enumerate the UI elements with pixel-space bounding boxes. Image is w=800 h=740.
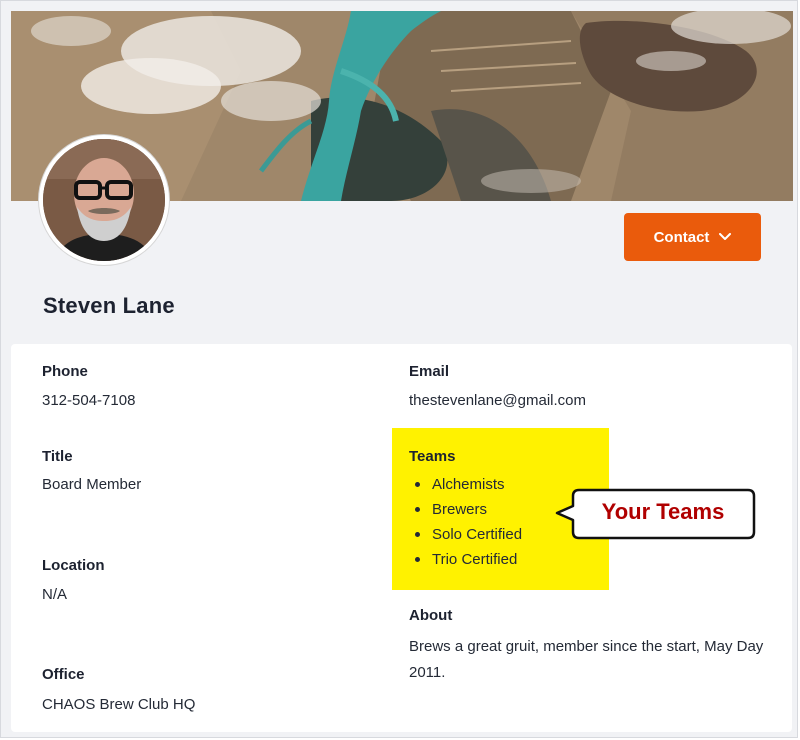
profile-name: Steven Lane bbox=[43, 293, 175, 318]
location-value: N/A bbox=[42, 586, 68, 603]
list-item: Brewers bbox=[409, 500, 522, 525]
title-value: Board Member bbox=[42, 476, 142, 493]
list-item: Trio Certified bbox=[409, 550, 522, 575]
list-item: Solo Certified bbox=[409, 525, 522, 550]
phone-label: Phone bbox=[42, 363, 88, 380]
office-label: Office bbox=[42, 666, 85, 683]
teams-list: Alchemists Brewers Solo Certified Trio C… bbox=[409, 475, 522, 575]
list-item: Alchemists bbox=[409, 475, 522, 500]
email-value[interactable]: thestevenlane@gmail.com bbox=[409, 392, 586, 409]
about-label: About bbox=[409, 607, 453, 624]
about-value: Brews a great gruit, member since the st… bbox=[409, 638, 764, 681]
location-label: Location bbox=[42, 557, 105, 574]
callout-text: Your Teams bbox=[601, 499, 725, 524]
teams-label: Teams bbox=[409, 448, 456, 465]
title-label: Title bbox=[42, 448, 73, 465]
contact-button[interactable]: Contact bbox=[624, 213, 761, 261]
email-label: Email bbox=[409, 363, 450, 380]
phone-value: 312-504-7108 bbox=[42, 392, 136, 409]
contact-button-label: Contact bbox=[653, 228, 710, 246]
avatar bbox=[39, 135, 169, 265]
chevron-down-icon bbox=[719, 233, 732, 240]
office-value: CHAOS Brew Club HQ bbox=[42, 696, 196, 713]
